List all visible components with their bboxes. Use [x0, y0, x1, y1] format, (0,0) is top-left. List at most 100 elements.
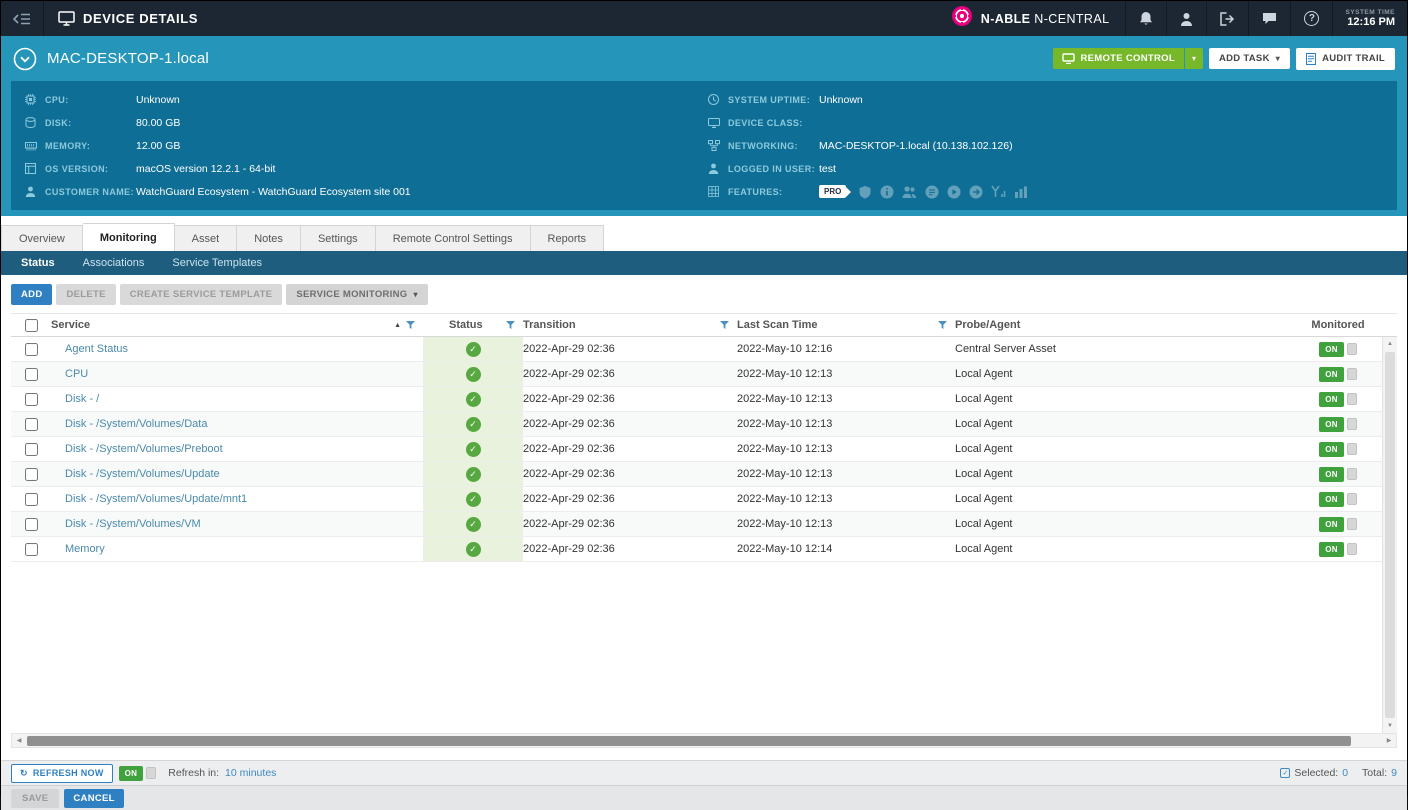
- remote-control-button[interactable]: REMOTE CONTROL: [1053, 48, 1183, 69]
- row-checkbox[interactable]: [25, 418, 38, 431]
- service-link[interactable]: CPU: [65, 368, 88, 380]
- memory-icon: [25, 141, 40, 151]
- row-checkbox[interactable]: [25, 343, 38, 356]
- help-icon[interactable]: ?: [1290, 1, 1332, 36]
- monitored-toggle-label[interactable]: ON: [1319, 467, 1344, 482]
- add-task-button[interactable]: ADD TASK ▾: [1209, 48, 1290, 69]
- monitored-toggle-knob[interactable]: [1347, 418, 1357, 430]
- cancel-button[interactable]: CANCEL: [64, 789, 123, 808]
- monitored-toggle-knob[interactable]: [1347, 443, 1357, 455]
- info-value: Unknown: [819, 94, 863, 106]
- system-time: SYSTEM TIME 12:16 PM: [1332, 1, 1407, 36]
- transition-cell: 2022-Apr-29 02:36: [523, 343, 737, 355]
- monitored-toggle-knob[interactable]: [1347, 393, 1357, 405]
- row-checkbox[interactable]: [25, 443, 38, 456]
- last-scan-cell: 2022-May-10 12:13: [737, 518, 955, 530]
- tab-asset[interactable]: Asset: [175, 225, 238, 251]
- info-value: WatchGuard Ecosystem - WatchGuard Ecosys…: [136, 186, 411, 198]
- scroll-right-arrow-icon[interactable]: ▶: [1382, 734, 1396, 747]
- monitored-toggle-knob[interactable]: [1347, 518, 1357, 530]
- service-link[interactable]: Disk - /System/Volumes/Update: [65, 468, 220, 480]
- service-link[interactable]: Disk - /System/Volumes/VM: [65, 518, 201, 530]
- collapse-device-chevron-icon[interactable]: [13, 47, 37, 71]
- table-row: Disk - /System/Volumes/Update ✓ 2022-Apr…: [11, 462, 1397, 487]
- row-checkbox[interactable]: [25, 543, 38, 556]
- tab-overview[interactable]: Overview: [1, 225, 83, 251]
- row-checkbox[interactable]: [25, 468, 38, 481]
- tab-reports[interactable]: Reports: [531, 225, 605, 251]
- table-row: Disk - /System/Volumes/Preboot ✓ 2022-Ap…: [11, 437, 1397, 462]
- monitored-toggle-label[interactable]: ON: [1319, 417, 1344, 432]
- notifications-bell-icon[interactable]: [1125, 1, 1166, 36]
- horizontal-scroll-thumb[interactable]: [27, 736, 1351, 746]
- add-button[interactable]: ADD: [11, 284, 52, 305]
- row-checkbox[interactable]: [25, 493, 38, 506]
- subtab-associations[interactable]: Associations: [69, 251, 159, 275]
- service-link[interactable]: Disk - /: [65, 393, 99, 405]
- tab-monitoring[interactable]: Monitoring: [83, 223, 175, 251]
- monitored-toggle-label[interactable]: ON: [1319, 517, 1344, 532]
- service-link[interactable]: Agent Status: [65, 343, 128, 355]
- tab-settings[interactable]: Settings: [301, 225, 376, 251]
- probe-agent-cell: Local Agent: [955, 368, 1279, 380]
- transition-cell: 2022-Apr-29 02:36: [523, 418, 737, 430]
- row-checkbox[interactable]: [25, 518, 38, 531]
- row-checkbox[interactable]: [25, 393, 38, 406]
- create-service-template-button[interactable]: CREATE SERVICE TEMPLATE: [120, 284, 283, 305]
- transition-filter-icon[interactable]: [720, 321, 729, 330]
- transition-cell: 2022-Apr-29 02:36: [523, 543, 737, 555]
- vertical-scrollbar[interactable]: ▲ ▼: [1382, 337, 1397, 733]
- monitored-toggle-knob[interactable]: [1347, 368, 1357, 380]
- save-button[interactable]: SAVE: [11, 789, 59, 808]
- monitored-toggle-knob[interactable]: [1347, 493, 1357, 505]
- service-link[interactable]: Disk - /System/Volumes/Update/mnt1: [65, 493, 247, 505]
- service-link[interactable]: Disk - /System/Volumes/Preboot: [65, 443, 223, 455]
- delete-button[interactable]: DELETE: [56, 284, 115, 305]
- scroll-down-arrow-icon[interactable]: ▼: [1383, 719, 1397, 733]
- status-filter-icon[interactable]: [506, 321, 515, 330]
- info-value: Unknown: [136, 94, 180, 106]
- probe-agent-cell: Local Agent: [955, 518, 1279, 530]
- monitored-toggle-label[interactable]: ON: [1319, 392, 1344, 407]
- monitored-toggle-knob[interactable]: [1347, 468, 1357, 480]
- info-label: LOGGED IN USER:: [723, 164, 819, 174]
- service-link[interactable]: Disk - /System/Volumes/Data: [65, 418, 207, 430]
- scroll-up-arrow-icon[interactable]: ▲: [1383, 337, 1397, 351]
- monitored-toggle-knob[interactable]: [1347, 543, 1357, 555]
- monitored-toggle-label[interactable]: ON: [1319, 542, 1344, 557]
- monitoring-status-content: ADD DELETE CREATE SERVICE TEMPLATE SERVI…: [1, 275, 1407, 760]
- service-filter-icon[interactable]: [406, 321, 415, 330]
- tab-notes[interactable]: Notes: [237, 225, 301, 251]
- collapse-menu-icon[interactable]: [1, 1, 44, 36]
- auto-refresh-toggle[interactable]: ON: [119, 766, 144, 781]
- service-link[interactable]: Memory: [65, 543, 105, 555]
- monitored-toggle-label[interactable]: ON: [1319, 367, 1344, 382]
- auto-refresh-toggle-knob[interactable]: [146, 767, 156, 779]
- logout-icon[interactable]: [1206, 1, 1248, 36]
- user-account-icon[interactable]: [1166, 1, 1206, 36]
- sort-ascending-icon[interactable]: ▲: [394, 322, 401, 329]
- subtab-service-templates[interactable]: Service Templates: [158, 251, 276, 275]
- service-monitoring-button[interactable]: SERVICE MONITORING ▾: [286, 284, 427, 305]
- scroll-left-arrow-icon[interactable]: ◀: [12, 734, 26, 747]
- table-viewport: Agent Status ✓ 2022-Apr-29 02:36 2022-Ma…: [11, 337, 1397, 733]
- refresh-interval-link[interactable]: 10 minutes: [225, 767, 276, 779]
- select-all-checkbox[interactable]: [25, 319, 38, 332]
- tab-remote-control-settings[interactable]: Remote Control Settings: [376, 225, 531, 251]
- audit-trail-button[interactable]: AUDIT TRAIL: [1296, 48, 1395, 70]
- monitored-toggle-label[interactable]: ON: [1319, 492, 1344, 507]
- last-scan-filter-icon[interactable]: [938, 321, 947, 330]
- subtab-status[interactable]: Status: [7, 251, 69, 275]
- selected-value: 0: [1342, 767, 1348, 779]
- row-checkbox[interactable]: [25, 368, 38, 381]
- monitored-toggle-label[interactable]: ON: [1319, 442, 1344, 457]
- monitored-toggle-label[interactable]: ON: [1319, 342, 1344, 357]
- refresh-now-button[interactable]: ↻ REFRESH NOW: [11, 764, 113, 783]
- horizontal-scrollbar[interactable]: ◀ ▶: [11, 733, 1397, 748]
- chat-icon[interactable]: [1248, 1, 1290, 36]
- remote-control-dropdown[interactable]: ▾: [1185, 48, 1203, 69]
- refresh-icon: ↻: [20, 768, 28, 779]
- add-task-caret-icon: ▾: [1276, 54, 1280, 63]
- monitored-toggle-knob[interactable]: [1347, 343, 1357, 355]
- vertical-scroll-thumb[interactable]: [1385, 352, 1395, 718]
